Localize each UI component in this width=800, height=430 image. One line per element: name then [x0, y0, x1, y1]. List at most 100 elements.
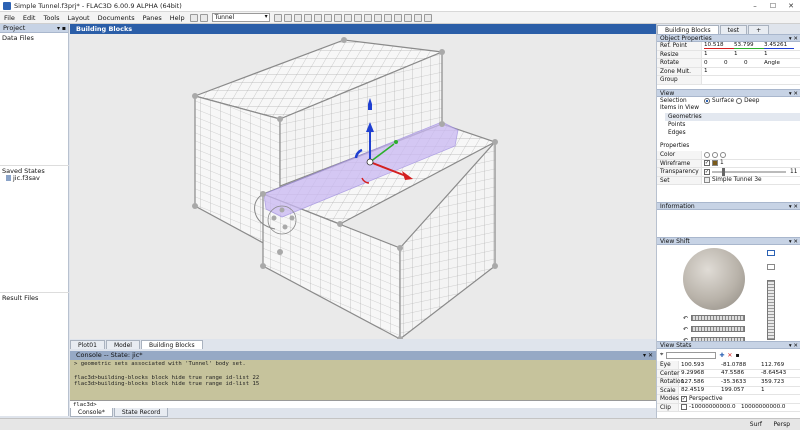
- view-fit-icon[interactable]: [767, 264, 775, 270]
- tab-plot01[interactable]: Plot01: [70, 340, 105, 349]
- camera-icon[interactable]: ⌖: [660, 351, 663, 359]
- stats-value[interactable]: 9.29968: [681, 370, 721, 376]
- maximize-button[interactable]: ☐: [764, 0, 782, 12]
- menu-documents[interactable]: Documents: [94, 14, 139, 22]
- section-close-icon[interactable]: ▾ ✕: [789, 203, 798, 211]
- set-value[interactable]: Simple Tunnel 3e: [712, 177, 762, 183]
- tab-state-record[interactable]: State Record: [113, 408, 169, 417]
- delete-view-icon[interactable]: ✕: [727, 352, 732, 359]
- tab-test[interactable]: test: [719, 25, 748, 34]
- tab-console[interactable]: Console*: [70, 408, 113, 417]
- resize-x[interactable]: 1: [704, 51, 734, 57]
- color-swatch-2[interactable]: [712, 151, 718, 158]
- ref-point-z[interactable]: 3.45261: [764, 42, 794, 50]
- print-icon[interactable]: [189, 13, 198, 22]
- wireframe-value[interactable]: 1: [720, 160, 724, 166]
- toolbar-icon-6[interactable]: [323, 13, 332, 22]
- items-points[interactable]: Points: [665, 121, 800, 129]
- lock-icon[interactable]: ▪: [735, 352, 739, 359]
- menu-layout[interactable]: Layout: [64, 14, 94, 22]
- toolbar-icon-8[interactable]: [343, 13, 352, 22]
- toolbar-icon-12[interactable]: [383, 13, 392, 22]
- slider-handle[interactable]: [722, 167, 725, 176]
- toolbar-icon-2[interactable]: [283, 13, 292, 22]
- toolbar-icon-14[interactable]: [403, 13, 412, 22]
- minimize-button[interactable]: –: [746, 0, 764, 12]
- section-close-icon[interactable]: ▾ ✕: [789, 238, 798, 246]
- tab-model[interactable]: Model: [105, 340, 140, 349]
- rotate-z[interactable]: 0: [744, 60, 764, 66]
- stats-value[interactable]: -35.3633: [721, 379, 761, 385]
- tab-building-blocks-tools[interactable]: Building Blocks: [657, 25, 719, 34]
- menu-panes[interactable]: Panes: [139, 14, 166, 22]
- color-swatch-3[interactable]: [720, 151, 726, 158]
- rotate-x-icon[interactable]: ↶: [683, 315, 691, 322]
- toolbar-icon-9[interactable]: [353, 13, 362, 22]
- transparency-checkbox[interactable]: ✓: [704, 168, 710, 175]
- stats-value[interactable]: 47.5586: [721, 370, 761, 376]
- wireframe-color[interactable]: [712, 160, 718, 167]
- rotate-y-wheel[interactable]: [691, 326, 745, 332]
- clip-near[interactable]: -10000000000.0: [689, 404, 741, 410]
- resize-z[interactable]: 1: [764, 51, 794, 57]
- zoom-slider[interactable]: [767, 280, 775, 340]
- clip-checkbox[interactable]: [681, 404, 687, 411]
- close-button[interactable]: ✕: [782, 0, 800, 12]
- console-close-icon[interactable]: ▾ ✕: [643, 351, 653, 360]
- stats-value[interactable]: 199.057: [721, 387, 761, 393]
- stats-value[interactable]: 1: [761, 387, 799, 393]
- toolbar-icon-16[interactable]: [423, 13, 432, 22]
- rotate-x[interactable]: 0: [704, 60, 724, 66]
- stats-value[interactable]: 82.4519: [681, 387, 721, 393]
- toolbar-icon-11[interactable]: [373, 13, 382, 22]
- add-view-icon[interactable]: ✚: [719, 352, 724, 359]
- saved-state-item[interactable]: jic.f3sav: [6, 174, 40, 182]
- stats-value[interactable]: -8.64543: [761, 370, 799, 376]
- viewport-3d[interactable]: [70, 34, 656, 339]
- toolbar-icon-4[interactable]: [303, 13, 312, 22]
- menu-tools[interactable]: Tools: [39, 14, 63, 22]
- model-icon[interactable]: [199, 13, 208, 22]
- ref-point-y[interactable]: 53.799: [734, 42, 764, 50]
- tab-building-blocks[interactable]: Building Blocks: [140, 340, 203, 349]
- toolbar-icon-13[interactable]: [393, 13, 402, 22]
- transparency-slider[interactable]: [712, 167, 786, 176]
- section-close-icon[interactable]: ▾ ✕: [789, 342, 798, 350]
- items-geometries[interactable]: Geometries: [665, 113, 800, 121]
- menu-edit[interactable]: Edit: [19, 14, 40, 22]
- wireframe-checkbox[interactable]: ✓: [704, 160, 710, 167]
- toolbar-icon-5[interactable]: [313, 13, 322, 22]
- view-reset-icon[interactable]: [767, 250, 775, 256]
- perspective-checkbox[interactable]: ✓: [681, 395, 687, 402]
- deep-radio[interactable]: [736, 97, 743, 104]
- toolbar-icon-3[interactable]: [293, 13, 302, 22]
- rotate-y-icon[interactable]: ↶: [683, 326, 691, 333]
- menu-help[interactable]: Help: [166, 14, 189, 22]
- rotate-x-wheel[interactable]: [691, 315, 745, 321]
- section-close-icon[interactable]: ▾ ✕: [789, 35, 798, 43]
- toolbar-icon-10[interactable]: [363, 13, 372, 22]
- stats-value[interactable]: 100.593: [681, 362, 721, 368]
- panel-menu-icon[interactable]: ▾ ▪: [57, 24, 66, 33]
- menu-file[interactable]: File: [0, 14, 19, 22]
- rotate-y[interactable]: 0: [724, 60, 744, 66]
- toolbar-icon-1[interactable]: [273, 13, 282, 22]
- building-blocks-model[interactable]: [70, 34, 656, 339]
- color-swatch-1[interactable]: [704, 151, 710, 158]
- gizmo-y-handle[interactable]: [394, 140, 398, 144]
- surface-radio[interactable]: [704, 97, 710, 104]
- data-files-label[interactable]: Data Files: [0, 34, 34, 42]
- tab-add[interactable]: +: [748, 25, 770, 34]
- items-edges[interactable]: Edges: [665, 129, 800, 137]
- result-files-label[interactable]: Result Files: [0, 292, 69, 302]
- ref-point-x[interactable]: 10.518: [704, 42, 734, 50]
- stats-value[interactable]: 359.723: [761, 379, 799, 385]
- stats-value[interactable]: 112.769: [761, 362, 799, 368]
- view-preset-select[interactable]: [666, 351, 717, 359]
- stats-value[interactable]: -81.0788: [721, 362, 761, 368]
- zone-mult-value[interactable]: 1: [704, 68, 734, 74]
- stats-value[interactable]: 127.586: [681, 379, 721, 385]
- model-select[interactable]: Tunnel: [211, 13, 270, 22]
- toolbar-icon-7[interactable]: [333, 13, 342, 22]
- resize-y[interactable]: 1: [734, 51, 764, 57]
